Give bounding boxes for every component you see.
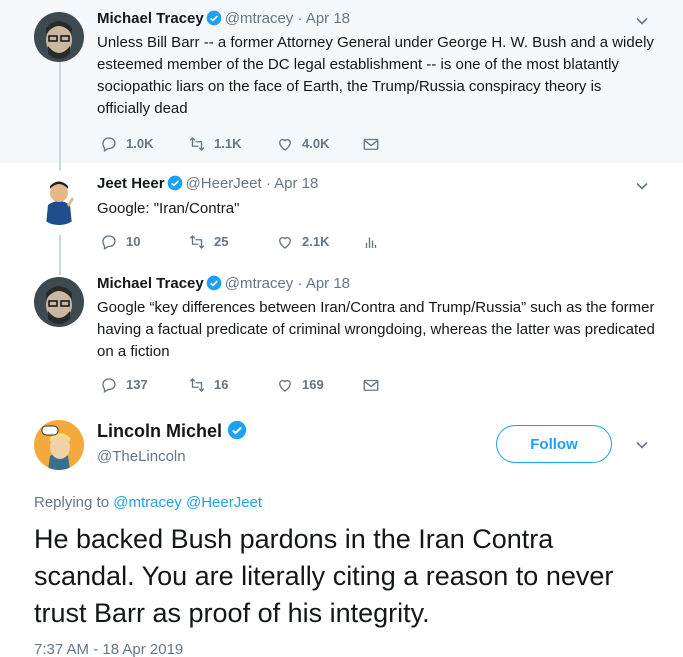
tweet-header: Jeet Heer @HeerJeet · Apr 18 bbox=[97, 175, 319, 192]
reply-button[interactable]: 10 bbox=[100, 232, 140, 252]
chevron-down-icon[interactable] bbox=[635, 14, 649, 28]
user-name[interactable]: Lincoln Michel bbox=[97, 420, 250, 442]
heart-icon bbox=[279, 379, 291, 392]
tweet-header: Michael Tracey @mtracey · Apr 18 bbox=[97, 10, 351, 27]
retweet-button[interactable]: 16 bbox=[188, 375, 228, 395]
mention-link[interactable]: @mtracey bbox=[113, 494, 182, 511]
reply-icon bbox=[102, 235, 116, 250]
retweet-icon bbox=[189, 137, 205, 151]
tweet-text: Google: "Iran/Contra" bbox=[97, 200, 240, 217]
thread-line bbox=[59, 235, 61, 267]
verified-icon bbox=[206, 10, 222, 26]
user-name[interactable]: Michael Tracey bbox=[97, 10, 204, 27]
tweet-3[interactable]: Michael Tracey @mtracey · Apr 18 Google “… bbox=[0, 267, 683, 410]
avatar[interactable] bbox=[34, 12, 84, 62]
user-name[interactable]: Jeet Heer bbox=[97, 175, 165, 192]
verified-icon bbox=[206, 275, 222, 291]
thread-line bbox=[59, 163, 61, 171]
follow-button[interactable]: Follow bbox=[496, 425, 612, 463]
analytics-button[interactable] bbox=[362, 232, 388, 252]
mail-icon bbox=[363, 379, 379, 391]
reply-icon bbox=[102, 137, 116, 152]
main-tweet-text: He backed Bush pardons in the Iran Contr… bbox=[34, 524, 614, 628]
reply-button[interactable]: 137 bbox=[100, 375, 148, 395]
direct-message-button[interactable] bbox=[362, 134, 388, 154]
verified-icon bbox=[227, 420, 247, 440]
mail-icon bbox=[363, 138, 379, 150]
verified-icon bbox=[167, 175, 182, 191]
user-handle[interactable]: @mtracey bbox=[225, 10, 294, 27]
tweet-text: Unless Bill Barr -- a former Attorney Ge… bbox=[97, 34, 654, 117]
reply-button[interactable]: 1.0K bbox=[100, 134, 153, 154]
retweet-button[interactable]: 1.1K bbox=[188, 134, 241, 154]
retweet-icon bbox=[189, 235, 205, 249]
tweet-header: Michael Tracey @mtracey · Apr 18 bbox=[97, 275, 351, 292]
user-handle[interactable]: @HeerJeet bbox=[186, 175, 262, 192]
replying-to: Replying to @mtracey @HeerJeet bbox=[34, 494, 263, 511]
analytics-icon bbox=[365, 237, 377, 248]
mention-link[interactable]: @HeerJeet bbox=[186, 494, 262, 511]
avatar[interactable] bbox=[34, 175, 84, 225]
tweet-2[interactable]: Jeet Heer @HeerJeet · Apr 18 Google: "Ira… bbox=[0, 163, 683, 267]
chevron-down-icon[interactable] bbox=[635, 179, 649, 193]
direct-message-button[interactable] bbox=[362, 375, 388, 395]
avatar[interactable] bbox=[34, 277, 84, 327]
thread-line bbox=[59, 267, 61, 275]
like-button[interactable]: 4.0K bbox=[276, 134, 329, 154]
reply-icon bbox=[102, 378, 116, 393]
like-button[interactable]: 2.1K bbox=[276, 232, 329, 252]
heart-icon bbox=[279, 138, 291, 151]
chevron-down-icon[interactable] bbox=[635, 438, 649, 452]
tweet-date[interactable]: Apr 18 bbox=[274, 175, 318, 192]
user-name[interactable]: Michael Tracey bbox=[97, 275, 204, 292]
thread-line bbox=[59, 62, 61, 163]
retweet-icon bbox=[189, 378, 205, 392]
heart-icon bbox=[279, 236, 291, 249]
tweet-text: Google “key differences between Iran/Con… bbox=[97, 299, 655, 360]
tweet-date[interactable]: Apr 18 bbox=[306, 275, 350, 292]
tweet-date[interactable]: Apr 18 bbox=[306, 10, 350, 27]
user-handle[interactable]: @TheLincoln bbox=[97, 448, 186, 465]
like-button[interactable]: 169 bbox=[276, 375, 324, 395]
user-handle[interactable]: @mtracey bbox=[225, 275, 294, 292]
tweet-timestamp[interactable]: 7:37 AM - 18 Apr 2019 bbox=[34, 641, 183, 657]
retweet-button[interactable]: 25 bbox=[188, 232, 228, 252]
tweet-1[interactable]: Michael Tracey @mtracey · Apr 18 Unless B… bbox=[0, 0, 683, 163]
avatar[interactable] bbox=[34, 420, 84, 470]
